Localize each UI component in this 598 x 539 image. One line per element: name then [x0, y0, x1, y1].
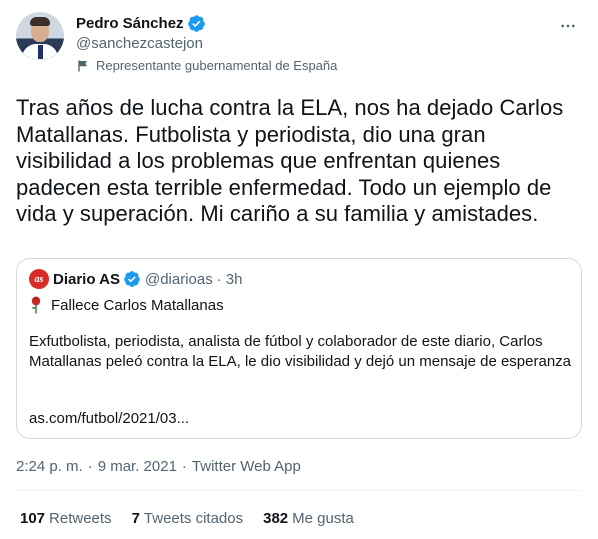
separator-dot: ·: [87, 458, 93, 475]
quoted-tweet-title: Fallece Carlos Matallanas: [29, 296, 224, 314]
rose-icon: [29, 296, 43, 314]
quoted-tweet-header: as Diario AS @diarioas · 3h: [29, 269, 242, 289]
author-name-row[interactable]: Pedro Sánchez: [76, 14, 206, 33]
retweets-stat[interactable]: 107 Retweets: [20, 510, 112, 527]
quoted-tweet-body: Exfutbolista, periodista, analista de fú…: [29, 333, 571, 370]
quote-tweets-count: 7: [131, 510, 140, 527]
quoted-author-name: Diario AS: [53, 270, 120, 288]
government-label[interactable]: Representante gubernamental de España: [76, 58, 337, 73]
tweet-time[interactable]: 2:24 p. m.: [16, 458, 83, 475]
separator-dot: ·: [216, 270, 222, 288]
quoted-tweet-link[interactable]: as.com/futbol/2021/03...: [29, 410, 189, 427]
likes-count: 382: [263, 510, 289, 527]
retweets-label: Retweets: [49, 510, 112, 527]
quoted-tweet-time: 3h: [225, 270, 243, 288]
likes-stat[interactable]: 382 Me gusta: [263, 510, 354, 527]
tweet-text: Tras años de lucha contra la ELA, nos ha…: [16, 95, 564, 226]
tweet-date[interactable]: 9 mar. 2021: [98, 458, 177, 475]
likes-label: Me gusta: [292, 510, 354, 527]
flag-icon: [76, 59, 90, 73]
separator-dot: ·: [181, 458, 187, 475]
verified-badge-icon: [123, 270, 141, 288]
quoted-tweet-title-text: Fallece Carlos Matallanas: [51, 296, 224, 314]
government-label-text: Representante gubernamental de España: [96, 58, 338, 73]
author-handle[interactable]: @sanchezcastejon: [76, 35, 203, 52]
quote-tweets-stat[interactable]: 7 Tweets citados: [132, 510, 244, 527]
divider: [16, 490, 582, 491]
tweet-header: Pedro Sánchez @sanchezcastejon Represent…: [16, 12, 582, 76]
retweets-count: 107: [20, 510, 46, 527]
avatar[interactable]: [16, 12, 64, 60]
tweet-meta: 2:24 p. m. · 9 mar. 2021 · Twitter Web A…: [16, 458, 301, 475]
quote-tweets-label: Tweets citados: [143, 510, 244, 527]
quoted-author-handle: @diarioas: [144, 270, 213, 288]
tweet-stats: 107 Retweets 7 Tweets citados 382 Me gus…: [20, 510, 374, 527]
verified-badge-icon: [187, 14, 206, 33]
tweet-source[interactable]: Twitter Web App: [192, 458, 301, 475]
diario-as-logo: as: [29, 269, 49, 289]
quoted-tweet[interactable]: as Diario AS @diarioas · 3h Fallece Carl…: [16, 258, 582, 439]
more-icon[interactable]: [558, 16, 578, 36]
author-name[interactable]: Pedro Sánchez: [76, 15, 184, 32]
